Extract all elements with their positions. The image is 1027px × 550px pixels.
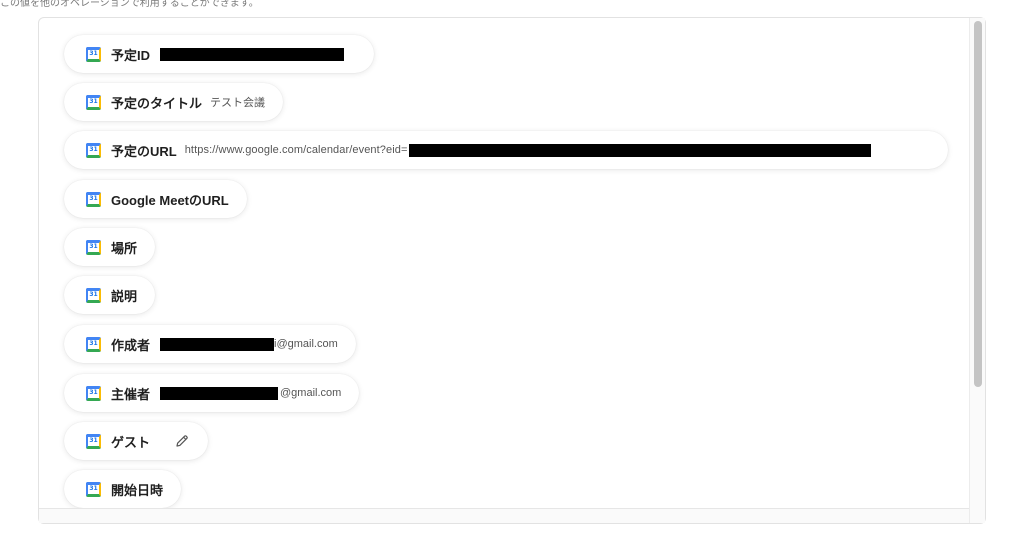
- google-calendar-icon: 31: [86, 191, 101, 207]
- output-values-panel: 31 予定ID 31 予定のタイトル テスト会議 31 予定のURL https…: [38, 17, 986, 524]
- field-label: ゲスト: [111, 434, 151, 450]
- field-label: 主催者: [111, 386, 151, 402]
- field-label: 予定ID: [111, 47, 151, 63]
- field-label: 予定のタイトル: [111, 95, 203, 111]
- field-pill-event-id[interactable]: 31 予定ID: [64, 35, 374, 73]
- field-pill-description[interactable]: 31 説明: [64, 276, 156, 314]
- redacted-value: [160, 386, 279, 400]
- google-calendar-icon: 31: [86, 142, 101, 158]
- redacted-value: [160, 47, 345, 61]
- field-value: テスト会議: [210, 97, 266, 109]
- google-calendar-icon: 31: [86, 287, 101, 303]
- google-calendar-icon: 31: [86, 481, 101, 497]
- field-pill-event-url[interactable]: 31 予定のURL https://www.google.com/calenda…: [64, 131, 948, 169]
- field-label: 場所: [111, 240, 138, 256]
- google-calendar-icon: 31: [86, 433, 101, 449]
- google-calendar-icon: 31: [86, 385, 101, 401]
- vertical-scrollbar[interactable]: [969, 18, 985, 523]
- field-pill-organizer[interactable]: 31 主催者 @gmail.com: [64, 374, 360, 412]
- helper-caption: この値を他のオペレーションで利用することができます。: [0, 0, 259, 9]
- google-calendar-icon: 31: [86, 336, 101, 352]
- google-calendar-icon: 31: [86, 239, 101, 255]
- google-calendar-icon: 31: [86, 46, 101, 62]
- field-pill-event-title[interactable]: 31 予定のタイトル テスト会議: [64, 83, 284, 121]
- pencil-icon[interactable]: [174, 433, 190, 449]
- horizontal-scrollbar[interactable]: [39, 509, 969, 523]
- field-label: 開始日時: [111, 482, 164, 498]
- field-label: 作成者: [111, 337, 151, 353]
- output-values-list: 31 予定ID 31 予定のタイトル テスト会議 31 予定のURL https…: [39, 18, 969, 509]
- field-label: Google MeetのURL: [111, 192, 229, 208]
- google-calendar-icon: 31: [86, 94, 101, 110]
- field-value: @gmail.com: [280, 387, 342, 399]
- field-value: https://www.google.com/calendar/event?ei…: [184, 144, 408, 156]
- field-pill-guests[interactable]: 31 ゲスト: [64, 422, 209, 460]
- field-pill-start-datetime[interactable]: 31 開始日時: [64, 470, 182, 508]
- field-label: 説明: [111, 288, 138, 304]
- redacted-value: [408, 143, 871, 157]
- redacted-value: [160, 337, 275, 351]
- field-pill-location[interactable]: 31 場所: [64, 228, 156, 266]
- scrollbar-thumb[interactable]: [974, 21, 982, 387]
- field-value: i@gmail.com: [274, 338, 338, 350]
- field-pill-creator[interactable]: 31 作成者 i@gmail.com: [64, 325, 356, 363]
- field-label: 予定のURL: [111, 143, 177, 159]
- field-pill-meet-url[interactable]: 31 Google MeetのURL: [64, 180, 247, 218]
